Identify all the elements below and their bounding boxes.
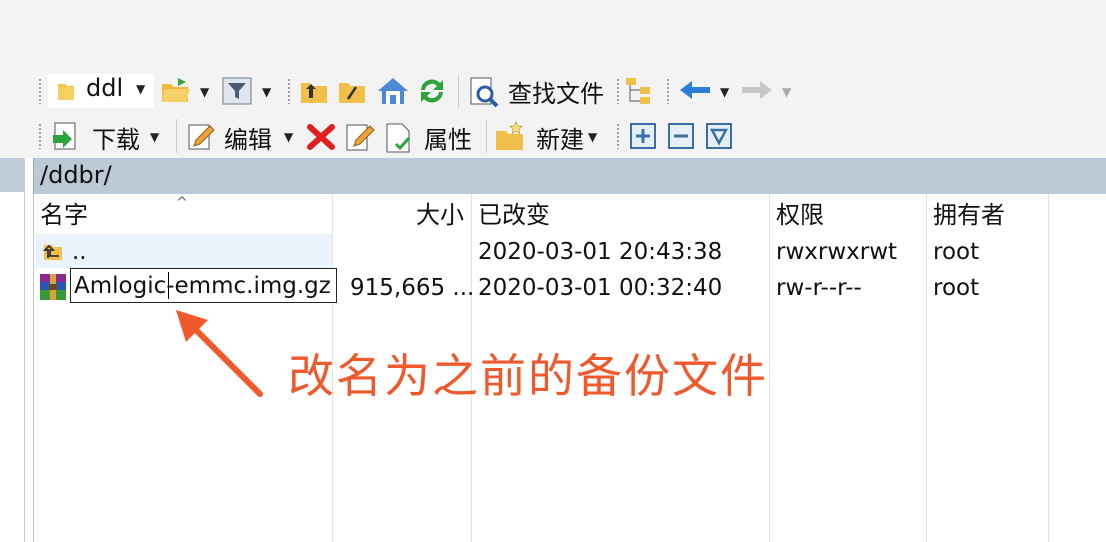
edit-button[interactable]: 编辑 ▼ (184, 118, 298, 154)
properties-button[interactable]: 属性 (382, 118, 482, 154)
edit-icon (188, 124, 215, 150)
column-header-permissions[interactable]: 权限 (776, 194, 824, 232)
download-button[interactable]: 下载 ▼ (48, 118, 172, 154)
column-header-owner[interactable]: 拥有者 (933, 194, 1005, 232)
find-files-label: 查找文件 (508, 80, 604, 108)
toolbar-grip[interactable] (38, 78, 42, 104)
new-button[interactable]: 新建 ▼ (494, 118, 604, 154)
column-header-row: 名字 ^ 大小 已改变 权限 拥有者 (34, 194, 1106, 232)
directory-tree-icon[interactable] (624, 76, 656, 106)
archive-file-icon (40, 274, 66, 300)
select-all-plus-icon[interactable] (630, 123, 656, 149)
new-folder-icon (496, 121, 523, 150)
column-header-name[interactable]: 名字 (40, 194, 88, 232)
file-modified: 2020-03-01 00:32:40 (478, 275, 723, 301)
table-row[interactable]: Amlogic-emmc.img.gz 915,665 ... 2020-03-… (34, 268, 1106, 304)
annotation-text: 改名为之前的备份文件 (288, 349, 768, 403)
toolbar-grip[interactable] (287, 78, 291, 104)
chevron-down-icon: ▼ (150, 130, 160, 144)
root-directory-icon[interactable] (338, 78, 366, 104)
home-icon[interactable] (376, 76, 410, 106)
folder-icon (58, 84, 74, 100)
file-permissions: rw-r--r-- (776, 275, 862, 301)
parent-directory-icon[interactable] (300, 78, 328, 104)
table-row[interactable]: .. 2020-03-01 20:43:38 rwxrwxrwt root (34, 234, 1106, 268)
toolbar-separator (176, 119, 177, 153)
file-owner: root (933, 275, 980, 301)
parent-directory-icon (42, 244, 62, 260)
chevron-down-icon[interactable]: ▼ (720, 85, 729, 99)
refresh-icon[interactable] (416, 75, 448, 107)
new-label: 新建 (536, 126, 584, 154)
file-name: .. (72, 239, 87, 265)
filter-icon[interactable] (222, 77, 252, 105)
chevron-down-icon: ▼ (588, 130, 598, 144)
open-folder-icon[interactable] (160, 76, 192, 104)
deselect-minus-icon[interactable] (668, 123, 694, 149)
left-panel-edge (0, 158, 25, 542)
find-files-icon (470, 77, 499, 108)
file-owner: root (933, 239, 980, 265)
chevron-down-icon[interactable]: ▼ (782, 85, 791, 99)
chevron-down-icon: ▼ (284, 130, 294, 144)
folder-dropdown[interactable]: ddl ▼ (48, 74, 154, 108)
delete-icon[interactable] (306, 123, 336, 151)
back-arrow-icon[interactable] (678, 80, 712, 100)
file-modified: 2020-03-01 20:43:38 (478, 239, 723, 265)
annotation-arrow-icon (176, 310, 263, 397)
download-label: 下载 (92, 126, 140, 154)
toolbar-separator (458, 74, 459, 108)
download-icon (53, 122, 76, 150)
properties-icon (386, 123, 411, 153)
toolbar-row-1: ddl ▼ ▼ ▼ 查找文件 ▼ ▼ (0, 68, 1106, 114)
rename-input-value: Amlogic-emmc.img.gz (74, 273, 331, 299)
sort-ascending-icon: ^ (176, 195, 188, 211)
chevron-down-icon[interactable]: ▼ (200, 85, 209, 99)
toolbar-grip[interactable] (616, 123, 620, 149)
forward-arrow-icon[interactable] (740, 80, 774, 100)
edit-label: 编辑 (224, 126, 272, 154)
chevron-down-icon[interactable]: ▼ (262, 85, 271, 99)
toolbar-grip[interactable] (38, 123, 42, 149)
toolbar-separator (486, 119, 487, 153)
filter-selection-icon[interactable] (706, 123, 732, 149)
column-header-modified[interactable]: 已改变 (478, 194, 550, 232)
toolbar-row-2: 下载 ▼ 编辑 ▼ 属性 新建 ▼ (0, 114, 1106, 158)
find-files-button[interactable]: 查找文件 (466, 74, 610, 108)
text-caret (168, 272, 169, 299)
file-permissions: rwxrwxrwt (776, 239, 898, 265)
window-top-strip (0, 0, 1106, 68)
toolbar-grip[interactable] (666, 78, 670, 104)
column-header-size[interactable]: 大小 (416, 194, 464, 232)
chevron-down-icon: ▼ (136, 82, 146, 96)
current-path: /ddbr/ (40, 161, 112, 189)
properties-label: 属性 (424, 126, 472, 154)
rename-input[interactable]: Amlogic-emmc.img.gz (70, 268, 337, 303)
path-bar[interactable]: /ddbr/ (33, 158, 1106, 194)
rename-icon[interactable] (344, 122, 376, 152)
toolbar-grip[interactable] (616, 78, 620, 104)
folder-dropdown-label: ddl (86, 74, 124, 102)
file-size: 915,665 ... (350, 275, 475, 301)
left-panel-path-bar (0, 158, 24, 192)
